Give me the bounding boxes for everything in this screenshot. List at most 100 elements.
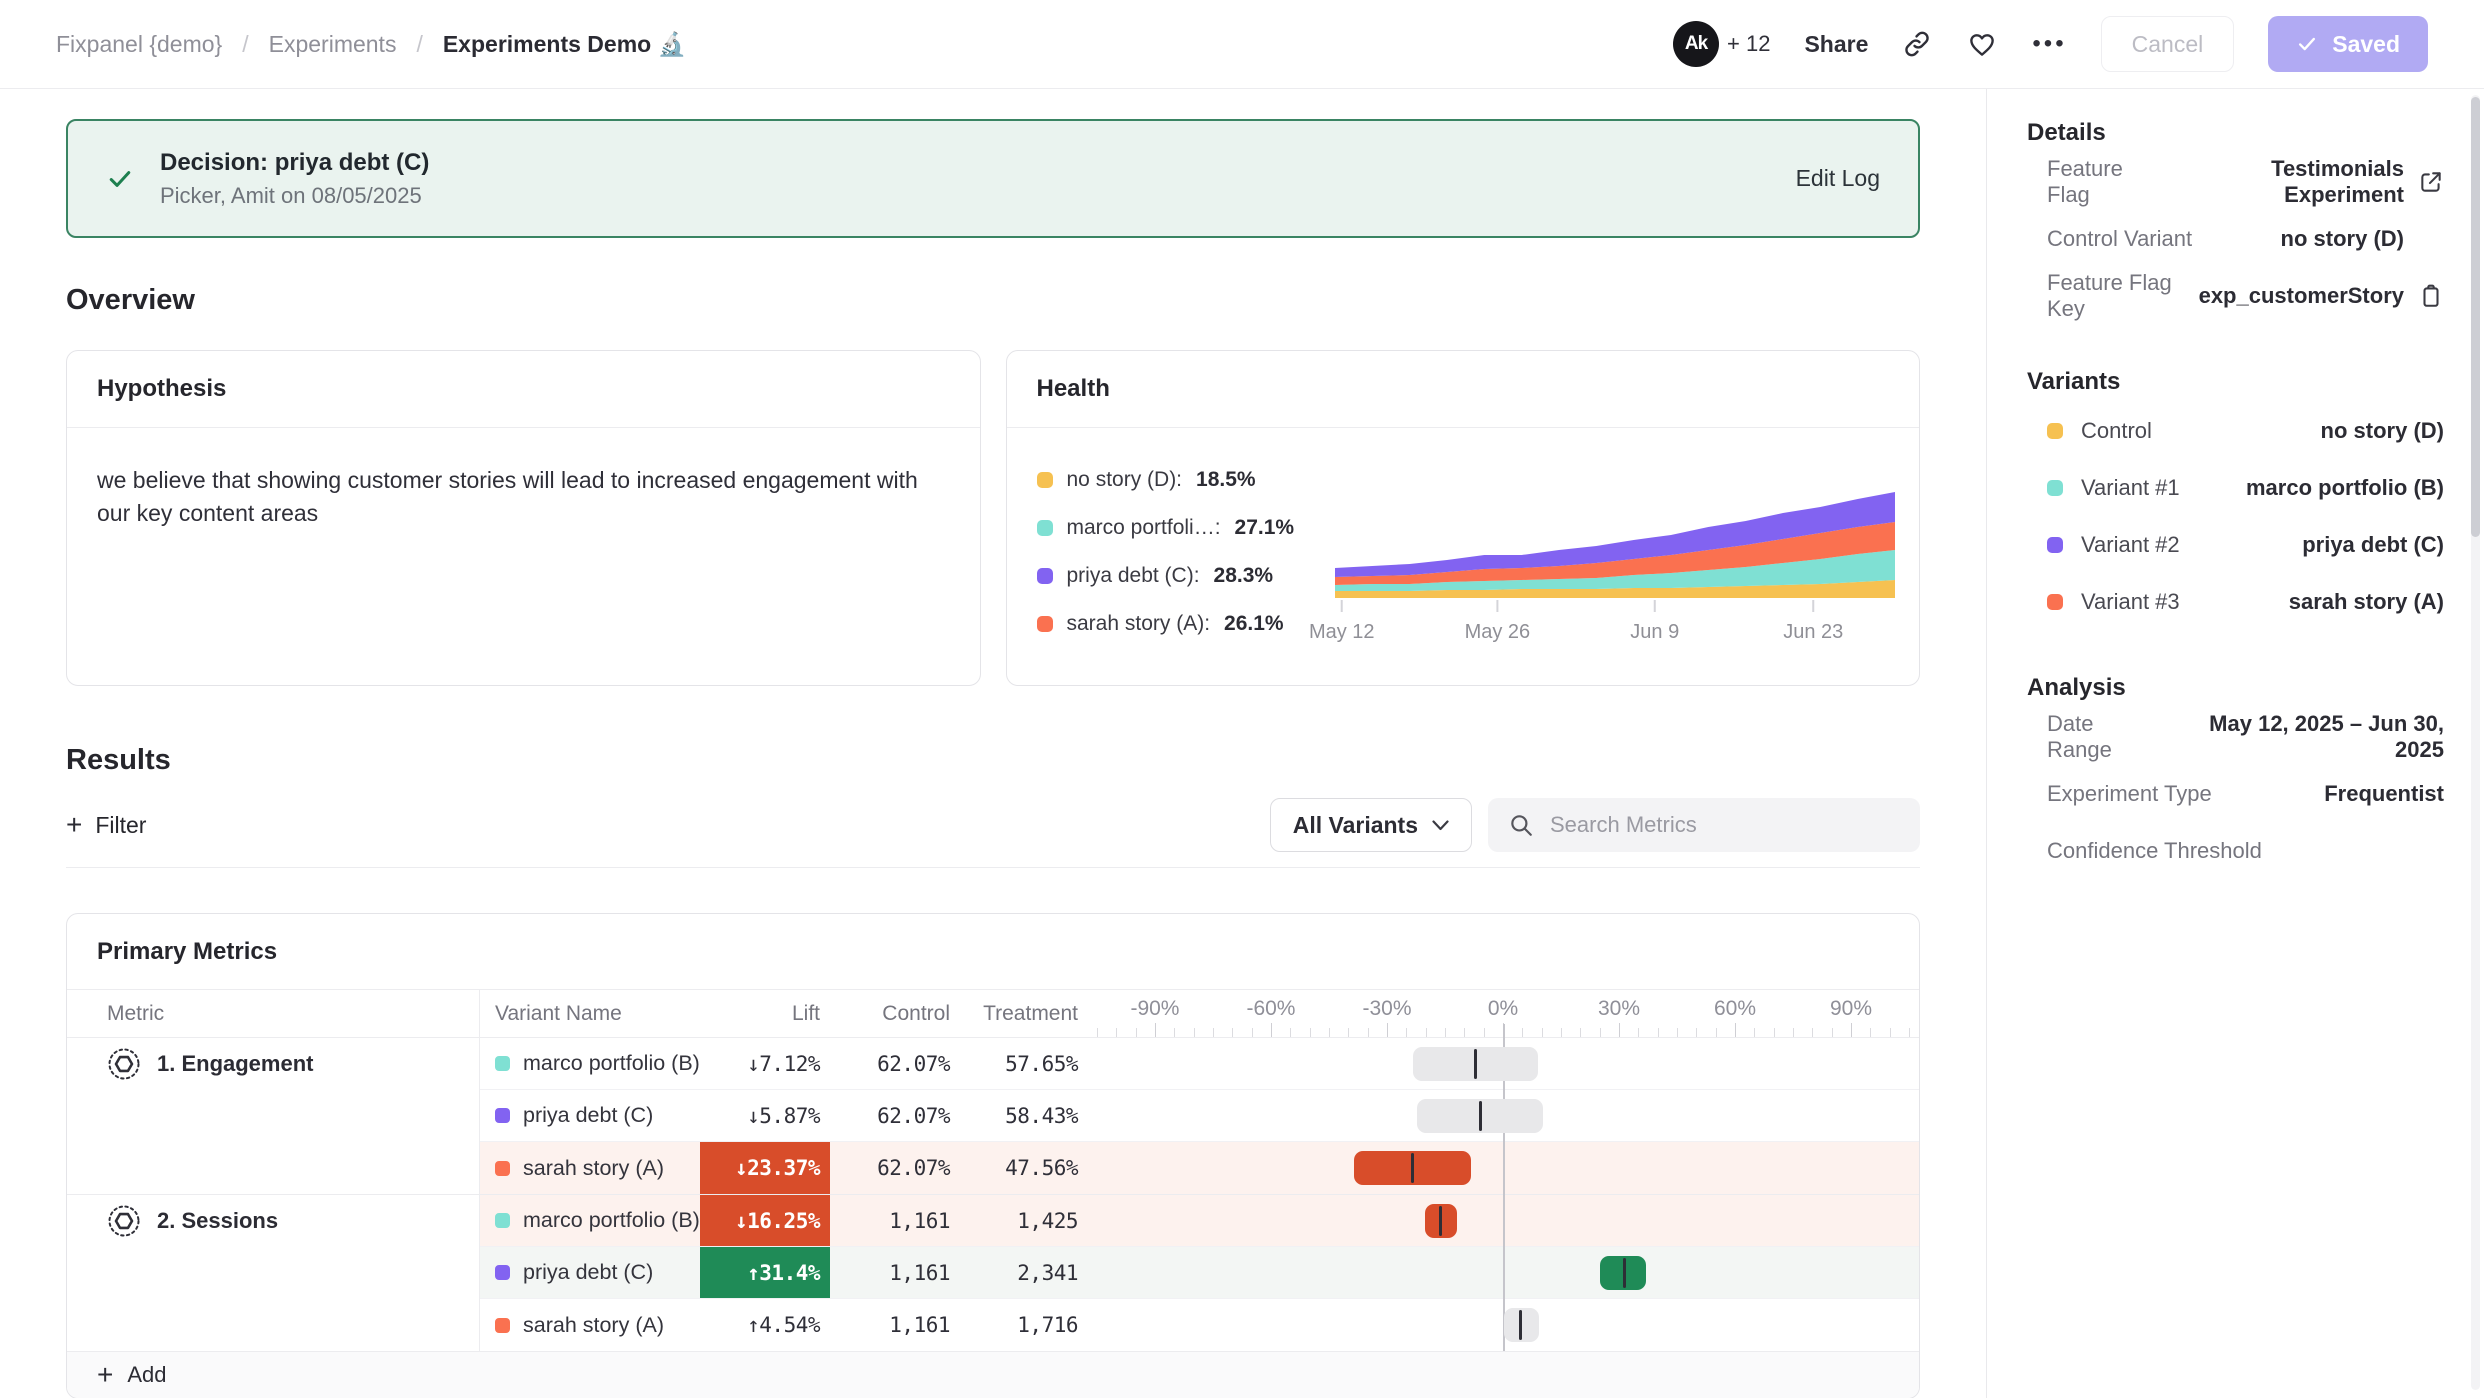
column-header-control: Control <box>830 1002 950 1026</box>
axis-tick <box>1348 1028 1349 1037</box>
metric-rows: marco portfolio (B)↓16.25%1,1611,425priy… <box>480 1195 1919 1351</box>
feature-flag-key-row: Feature Flag Key exp_customerStory <box>2027 267 2444 324</box>
table-row[interactable]: marco portfolio (B)↓16.25%1,1611,425 <box>480 1195 1919 1247</box>
chevron-down-icon <box>1432 820 1449 831</box>
breadcrumb-experiments[interactable]: Experiments <box>269 31 397 58</box>
x-tick-label: Jun 9 <box>1630 621 1679 643</box>
legend-value: 26.1% <box>1224 612 1284 636</box>
breadcrumb-current: Experiments Demo 🔬 <box>443 31 686 58</box>
x-tick-label: May 12 <box>1309 621 1375 643</box>
feature-flag-value[interactable]: Testimonials Experiment <box>2163 156 2404 208</box>
table-body: 1. Engagementmarco portfolio (B)↓7.12%62… <box>67 1038 1919 1351</box>
search-metrics-input[interactable] <box>1548 811 1900 839</box>
control-cell: 62.07% <box>830 1142 950 1194</box>
variant-row: Variant #2priya debt (C) <box>2027 516 2444 573</box>
lift-marker <box>1439 1206 1442 1236</box>
avatar[interactable]: Ak <box>1673 21 1719 67</box>
main-content: Decision: priya debt (C) Picker, Amit on… <box>0 89 1986 1398</box>
breadcrumb-project[interactable]: Fixpanel {demo} <box>56 31 222 58</box>
metric-cell[interactable]: 1. Engagement <box>67 1038 480 1194</box>
treatment-cell: 57.65% <box>950 1038 1090 1089</box>
external-link-icon[interactable] <box>2418 169 2444 195</box>
feature-flag-row: Feature Flag Testimonials Experiment <box>2027 153 2444 210</box>
target-metric-icon <box>107 1204 141 1238</box>
legend-label: sarah story (A): <box>1067 612 1211 636</box>
health-chart: May 12May 26Jun 9Jun 23 <box>1335 442 1895 686</box>
saved-button[interactable]: Saved <box>2268 16 2428 72</box>
treatment-value: 47.56% <box>1005 1156 1078 1180</box>
treatment-value: 57.65% <box>1005 1052 1078 1076</box>
table-row[interactable]: marco portfolio (B)↓7.12%62.07%57.65% <box>480 1038 1919 1090</box>
axis-percent-label: -60% <box>1221 997 1321 1021</box>
variants-dropdown[interactable]: All Variants <box>1270 798 1472 852</box>
share-button[interactable]: Share <box>1804 31 1868 58</box>
control-variant-label: Control Variant <box>2047 226 2192 252</box>
table-row[interactable]: priya debt (C)↑31.4%1,1612,341 <box>480 1247 1919 1299</box>
variants-heading: Variants <box>2027 368 2444 396</box>
scrollbar-thumb[interactable] <box>2471 97 2480 537</box>
lift-value: ↓23.37% <box>735 1156 820 1180</box>
add-metric-label: Add <box>127 1362 166 1388</box>
add-metric-button[interactable]: + Add <box>67 1351 1919 1398</box>
legend-value: 27.1% <box>1235 516 1295 540</box>
health-body: no story (D): 18.5%marco portfoli…: 27.1… <box>1007 428 1920 686</box>
treatment-cell: 2,341 <box>950 1247 1090 1298</box>
variant-value: priya debt (C) <box>2302 532 2444 558</box>
more-options-button[interactable]: ••• <box>2032 32 2066 56</box>
search-metrics <box>1488 798 1920 852</box>
filter-label: Filter <box>95 812 146 839</box>
health-legend-item: priya debt (C): 28.3% <box>1037 552 1336 600</box>
feature-flag-label: Feature Flag <box>2047 156 2163 208</box>
copy-link-icon[interactable] <box>1902 29 1932 59</box>
variant-value: sarah story (A) <box>2289 589 2444 615</box>
axis-tick <box>1387 1023 1388 1037</box>
axis-tick <box>1774 1028 1775 1037</box>
experiment-type-value: Frequentist <box>2324 781 2444 807</box>
cancel-button[interactable]: Cancel <box>2101 16 2235 72</box>
decision-banner: Decision: priya debt (C) Picker, Amit on… <box>66 119 1920 238</box>
lift-value: ↓5.87% <box>747 1104 820 1128</box>
axis-percent-label: 0% <box>1453 997 1553 1021</box>
health-card: Health no story (D): 18.5%marco portfoli… <box>1006 350 1921 686</box>
health-legend: no story (D): 18.5%marco portfoli…: 27.1… <box>1037 442 1336 686</box>
axis-percent-label: -90% <box>1105 997 1205 1021</box>
decision-subtitle: Picker, Amit on 08/05/2025 <box>160 183 429 209</box>
collaborators[interactable]: Ak + 12 <box>1673 21 1770 67</box>
variant-name-cell: priya debt (C) <box>480 1247 700 1298</box>
axis-tick <box>1426 1028 1427 1037</box>
axis-percent-label: 60% <box>1685 997 1785 1021</box>
axis-tick <box>1658 1028 1659 1037</box>
sidebar-analysis-section: Analysis Date Range May 12, 2025 – Jun 3… <box>2027 674 2444 879</box>
control-cell: 62.07% <box>830 1090 950 1141</box>
treatment-cell: 1,425 <box>950 1195 1090 1246</box>
control-value: 1,161 <box>889 1209 950 1233</box>
axis-tick <box>1561 1028 1562 1037</box>
column-header-treatment: Treatment <box>950 1002 1090 1026</box>
edit-log-button[interactable]: Edit Log <box>1796 165 1880 192</box>
variant-name: sarah story (A) <box>523 1313 664 1338</box>
variant-row: Variant #3sarah story (A) <box>2027 573 2444 630</box>
feature-flag-key-value: exp_customerStory <box>2199 283 2404 309</box>
treatment-value: 1,716 <box>1017 1313 1078 1337</box>
add-filter-button[interactable]: + Filter <box>66 811 146 839</box>
axis-tick <box>1271 1023 1272 1037</box>
variant-label: Control <box>2081 418 2152 444</box>
saved-button-label: Saved <box>2332 31 2400 58</box>
axis-tick <box>1638 1028 1639 1037</box>
table-row[interactable]: sarah story (A)↑4.54%1,1611,716 <box>480 1299 1919 1351</box>
experiment-type-row: Experiment Type Frequentist <box>2027 765 2444 822</box>
lift-cell: ↓16.25% <box>700 1195 830 1246</box>
date-range-value: May 12, 2025 – Jun 30, 2025 <box>2161 711 2444 763</box>
table-row[interactable]: sarah story (A)↓23.37%62.07%47.56% <box>480 1142 1919 1194</box>
axis-tick <box>1310 1028 1311 1037</box>
metric-cell[interactable]: 2. Sessions <box>67 1195 480 1351</box>
copy-clipboard-icon[interactable] <box>2418 283 2444 309</box>
table-row[interactable]: priya debt (C)↓5.87%62.07%58.43% <box>480 1090 1919 1142</box>
favorite-heart-icon[interactable] <box>1966 29 1998 59</box>
variant-name: priya debt (C) <box>523 1260 653 1285</box>
legend-swatch <box>1037 568 1053 584</box>
check-icon <box>106 165 134 193</box>
details-heading: Details <box>2027 119 2444 147</box>
lift-marker <box>1411 1153 1414 1183</box>
control-cell: 1,161 <box>830 1195 950 1246</box>
